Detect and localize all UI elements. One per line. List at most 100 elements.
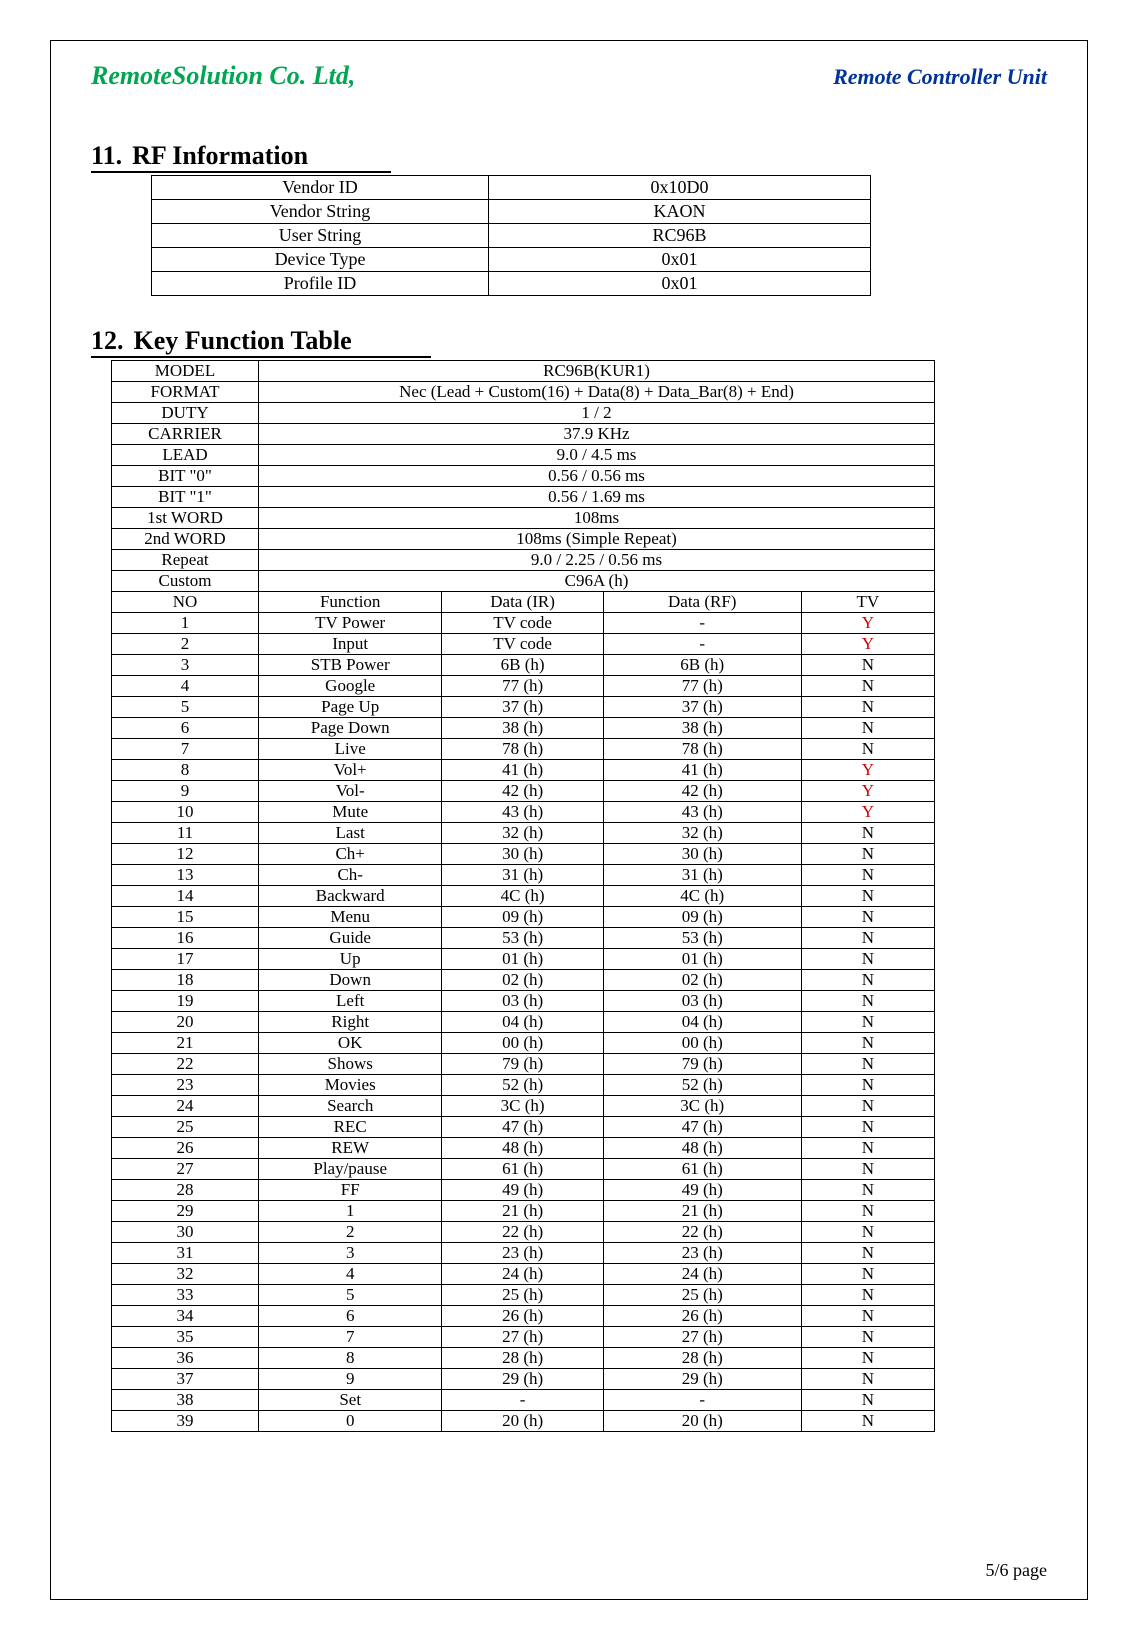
key-cell-fn: 0: [259, 1411, 442, 1432]
key-cell-rf: 21 (h): [603, 1201, 801, 1222]
key-cell-no: 4: [112, 676, 259, 697]
key-meta-value: C96A (h): [259, 571, 935, 592]
key-cell-no: 5: [112, 697, 259, 718]
key-cell-tv: N: [801, 928, 934, 949]
key-cell-tv: N: [801, 1411, 934, 1432]
key-data-row: 27Play/pause61 (h)61 (h)N: [112, 1159, 935, 1180]
key-cell-fn: 8: [259, 1348, 442, 1369]
page-header: RemoteSolution Co. Ltd, Remote Controlle…: [91, 61, 1047, 91]
key-cell-ir: 26 (h): [442, 1306, 603, 1327]
key-cell-tv: N: [801, 970, 934, 991]
key-cell-fn: Left: [259, 991, 442, 1012]
key-cell-fn: Vol+: [259, 760, 442, 781]
key-meta-row: 1st WORD108ms: [112, 508, 935, 529]
key-meta-label: Custom: [112, 571, 259, 592]
key-data-row: 15Menu09 (h)09 (h)N: [112, 907, 935, 928]
key-cell-rf: 53 (h): [603, 928, 801, 949]
key-data-row: 8Vol+41 (h)41 (h)Y: [112, 760, 935, 781]
key-cell-ir: 77 (h): [442, 676, 603, 697]
key-data-row: 38Set--N: [112, 1390, 935, 1411]
key-meta-row: Repeat9.0 / 2.25 / 0.56 ms: [112, 550, 935, 571]
key-cell-fn: STB Power: [259, 655, 442, 676]
key-cell-ir: 22 (h): [442, 1222, 603, 1243]
key-cell-ir: 27 (h): [442, 1327, 603, 1348]
key-cell-rf: 24 (h): [603, 1264, 801, 1285]
key-cell-fn: 4: [259, 1264, 442, 1285]
key-cell-no: 8: [112, 760, 259, 781]
key-data-row: 12Ch+30 (h)30 (h)N: [112, 844, 935, 865]
key-data-row: 5Page Up37 (h)37 (h)N: [112, 697, 935, 718]
rf-label-cell: User String: [152, 224, 489, 248]
key-cell-tv: N: [801, 1264, 934, 1285]
key-data-row: 13Ch-31 (h)31 (h)N: [112, 865, 935, 886]
key-cell-fn: Movies: [259, 1075, 442, 1096]
key-cell-tv: N: [801, 697, 934, 718]
key-data-row: 16Guide53 (h)53 (h)N: [112, 928, 935, 949]
key-cell-tv: N: [801, 655, 934, 676]
key-cell-fn: Vol-: [259, 781, 442, 802]
key-cell-no: 17: [112, 949, 259, 970]
key-cell-ir: -: [442, 1390, 603, 1411]
key-cell-rf: 00 (h): [603, 1033, 801, 1054]
key-cell-tv: Y: [801, 613, 934, 634]
key-cell-tv: N: [801, 1390, 934, 1411]
key-meta-value: 0.56 / 0.56 ms: [259, 466, 935, 487]
key-data-row: 23Movies52 (h)52 (h)N: [112, 1075, 935, 1096]
key-cell-fn: Ch+: [259, 844, 442, 865]
key-cell-no: 39: [112, 1411, 259, 1432]
key-cell-no: 19: [112, 991, 259, 1012]
rf-value-cell: 0x01: [489, 248, 871, 272]
key-cell-tv: N: [801, 1138, 934, 1159]
key-cell-fn: Search: [259, 1096, 442, 1117]
key-cell-ir: 23 (h): [442, 1243, 603, 1264]
key-data-row: 29121 (h)21 (h)N: [112, 1201, 935, 1222]
key-cell-fn: Menu: [259, 907, 442, 928]
rf-label-cell: Vendor ID: [152, 176, 489, 200]
key-meta-row: CustomC96A (h): [112, 571, 935, 592]
key-cell-rf: 3C (h): [603, 1096, 801, 1117]
key-cell-no: 29: [112, 1201, 259, 1222]
section-rf-number: 11.: [91, 141, 122, 170]
key-cell-rf: 03 (h): [603, 991, 801, 1012]
key-cell-no: 18: [112, 970, 259, 991]
key-cell-fn: 6: [259, 1306, 442, 1327]
section-rf-title: RF Information: [132, 141, 308, 170]
key-cell-ir: 47 (h): [442, 1117, 603, 1138]
key-cell-tv: N: [801, 823, 934, 844]
key-cell-no: 27: [112, 1159, 259, 1180]
key-cell-fn: 9: [259, 1369, 442, 1390]
product-name: Remote Controller Unit: [833, 64, 1047, 90]
key-cell-ir: TV code: [442, 634, 603, 655]
key-cell-no: 13: [112, 865, 259, 886]
key-meta-row: DUTY1 / 2: [112, 403, 935, 424]
key-cell-no: 24: [112, 1096, 259, 1117]
key-cell-no: 25: [112, 1117, 259, 1138]
key-data-row: 10Mute43 (h)43 (h)Y: [112, 802, 935, 823]
rf-table-row: Vendor StringKAON: [152, 200, 871, 224]
key-cell-fn: Input: [259, 634, 442, 655]
key-cell-ir: 49 (h): [442, 1180, 603, 1201]
key-cell-no: 7: [112, 739, 259, 760]
key-meta-label: CARRIER: [112, 424, 259, 445]
key-cell-ir: 00 (h): [442, 1033, 603, 1054]
key-cell-no: 10: [112, 802, 259, 823]
key-cell-rf: -: [603, 1390, 801, 1411]
key-meta-value: 9.0 / 2.25 / 0.56 ms: [259, 550, 935, 571]
key-cell-no: 22: [112, 1054, 259, 1075]
key-cell-rf: 09 (h): [603, 907, 801, 928]
key-cell-ir: 31 (h): [442, 865, 603, 886]
key-meta-value: 9.0 / 4.5 ms: [259, 445, 935, 466]
key-cell-ir: 38 (h): [442, 718, 603, 739]
rf-table-row: User StringRC96B: [152, 224, 871, 248]
key-cell-fn: Last: [259, 823, 442, 844]
key-cell-no: 35: [112, 1327, 259, 1348]
key-cell-fn: Set: [259, 1390, 442, 1411]
key-cell-tv: N: [801, 1201, 934, 1222]
key-cell-fn: Live: [259, 739, 442, 760]
key-data-row: 14Backward4C (h)4C (h)N: [112, 886, 935, 907]
key-cell-ir: 25 (h): [442, 1285, 603, 1306]
key-cell-tv: Y: [801, 781, 934, 802]
key-meta-label: Repeat: [112, 550, 259, 571]
rf-label-cell: Profile ID: [152, 272, 489, 296]
key-cell-ir: 01 (h): [442, 949, 603, 970]
